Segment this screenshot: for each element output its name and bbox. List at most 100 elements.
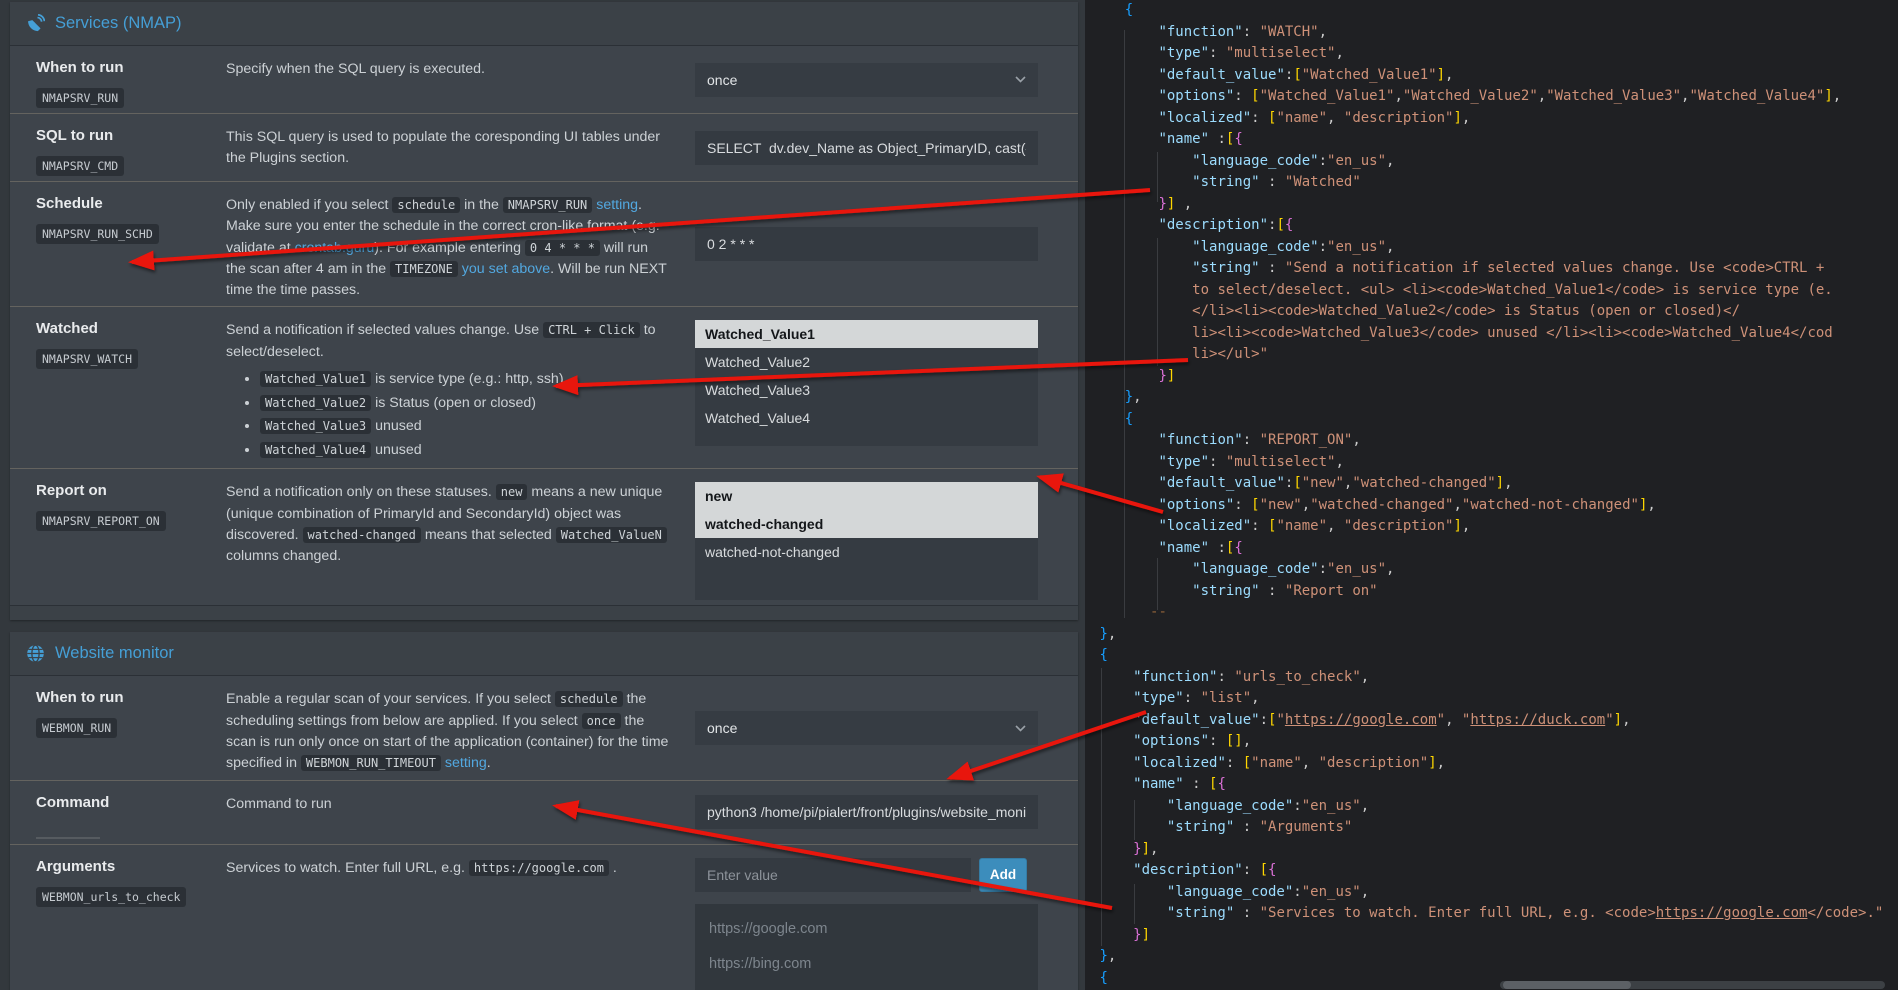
code-line: -- — [1085, 602, 1898, 624]
indent-guide — [1157, 238, 1158, 366]
indent-guide — [1134, 800, 1135, 840]
code-line: "language_code":"en_us", — [1085, 559, 1898, 581]
code-line: }, — [1085, 946, 1898, 968]
multiselect-option[interactable]: Watched_Value2 — [695, 348, 1038, 376]
text-segment: . — [609, 860, 617, 876]
code-line: "language_code":"en_us", — [1085, 882, 1898, 904]
chevron-down-icon — [1015, 725, 1026, 732]
globe-icon — [26, 644, 45, 663]
setting-code-badge: WEBMON_urls_to_check — [36, 887, 186, 907]
section-title: Website monitor — [55, 644, 174, 663]
setting-label: When to run — [36, 689, 226, 706]
section-footer — [10, 605, 1078, 620]
code-line: "localized": ["name", "description"], — [1085, 108, 1898, 130]
inline-code: Watched_ValueN — [556, 527, 667, 543]
code-line: to select/deselect. <ul> <li><code>Watch… — [1085, 280, 1898, 302]
inline-code: TIMEZONE — [390, 261, 458, 277]
chevron-down-icon — [1015, 76, 1026, 83]
setting-label: Arguments — [36, 858, 226, 875]
section-title: Services (NMAP) — [55, 14, 182, 33]
indent-guide — [1124, 30, 1125, 618]
multiselect-option[interactable]: new — [695, 482, 1038, 510]
setting-description: This SQL query is used to populate the c… — [226, 119, 671, 176]
webmon-urls-to-check-url-list[interactable]: https://google.comhttps://bing.comhttp:/… — [695, 904, 1038, 990]
setting-label: When to run — [36, 59, 226, 76]
inline-code: schedule — [392, 197, 460, 213]
multiselect-option[interactable]: Watched_Value3 — [695, 376, 1038, 404]
text-segment: ). For example entering — [374, 240, 525, 256]
setting-code-badge: WEBMON_RUN — [36, 718, 117, 738]
description-bullet-list: Watched_Value1 is service type (e.g.: ht… — [226, 369, 671, 460]
settings-row-nmapsrv-cmd: SQL to runNMAPSRV_CMDThis SQL query is u… — [10, 113, 1078, 181]
settings-row-nmapsrv-run-schd: ScheduleNMAPSRV_RUN_SCHDOnly enabled if … — [10, 181, 1078, 306]
setting-description: Only enabled if you select schedule in t… — [226, 187, 671, 301]
code-line: "localized": ["name", "description"], — [1085, 516, 1898, 538]
inline-link[interactable]: setting — [596, 197, 638, 213]
setting-description: Send a notification only on these status… — [226, 474, 671, 600]
webmon-command-input[interactable] — [695, 795, 1038, 829]
webmon-urls-to-check-value-input[interactable] — [695, 858, 971, 892]
url-list-item: http://192.168.1.82:8086/ — [709, 982, 1024, 990]
setting-description: Command to run — [226, 786, 671, 839]
code-line: "name" : [{ — [1085, 774, 1898, 796]
code-line: "localized": ["name", "description"], — [1085, 753, 1898, 775]
code-line: "type": "list", — [1085, 688, 1898, 710]
settings-panel: Services (NMAP) When to run NMAPSRV_RUN Sp… — [10, 2, 1078, 990]
setting-description: Specify when the SQL query is executed. — [226, 51, 671, 108]
inline-code: Watched_Value4 — [260, 442, 371, 458]
nmapsrv-run-schd-input[interactable] — [695, 227, 1038, 261]
inline-link[interactable]: you set above — [462, 261, 550, 277]
settings-row-webmon-command: CommandCommand to run — [10, 780, 1078, 844]
pialert-settings-page: Services (NMAP) When to run NMAPSRV_RUN Sp… — [0, 0, 1898, 990]
setting-code-badge: NMAPSRV_REPORT_ON — [36, 511, 166, 531]
inline-link[interactable]: setting — [445, 755, 487, 771]
code-line: }, — [1085, 387, 1898, 409]
code-line: "type": "multiselect", — [1085, 452, 1898, 474]
nmapsrv-watch-multiselect[interactable]: Watched_Value1Watched_Value2Watched_Valu… — [695, 320, 1038, 446]
inline-code: watched-changed — [303, 527, 421, 543]
code-line: }, — [1085, 624, 1898, 646]
code-line: "default_value":["https://google.com", "… — [1085, 710, 1898, 732]
inline-code: Watched_Value3 — [260, 418, 371, 434]
code-line: "function": "REPORT_ON", — [1085, 430, 1898, 452]
code-line: "language_code":"en_us", — [1085, 796, 1898, 818]
inline-code: NMAPSRV_RUN — [503, 197, 592, 213]
setting-code-badge: NMAPSRV_WATCH — [36, 349, 138, 369]
settings-row-nmapsrv-run: When to run NMAPSRV_RUN Specify when the S… — [10, 46, 1078, 113]
code-line: "options": ["new","watched-changed","wat… — [1085, 495, 1898, 517]
setting-code-badge: NMAPSRV_RUN — [36, 88, 124, 108]
text-segment: means that selected — [421, 527, 556, 543]
multiselect-option[interactable]: Watched_Value1 — [695, 320, 1038, 348]
setting-code-badge: NMAPSRV_RUN_SCHD — [36, 224, 159, 244]
nmapsrv-run-select[interactable]: once — [695, 63, 1038, 97]
settings-row-nmapsrv-watch: WatchedNMAPSRV_WATCHSend a notification … — [10, 306, 1078, 468]
nmapsrv-cmd-input[interactable] — [695, 131, 1038, 165]
services-nmap-section: Services (NMAP) When to run NMAPSRV_RUN Sp… — [10, 2, 1078, 620]
json-editor[interactable]: { "function": "WATCH", "type": "multisel… — [1085, 0, 1898, 990]
horizontal-scrollbar-thumb[interactable] — [1503, 981, 1631, 989]
setting-code-badge: NMAPSRV_CMD — [36, 156, 124, 176]
indent-guide — [1134, 884, 1135, 924]
inline-code: schedule — [555, 691, 623, 707]
code-line: }] , — [1085, 194, 1898, 216]
bullet-item: Watched_Value4 unused — [260, 440, 671, 461]
text-segment: Send a notification only on these status… — [226, 484, 496, 500]
multiselect-option[interactable]: watched-changed — [695, 510, 1038, 538]
code-line: li></ul>" — [1085, 344, 1898, 366]
nmapsrv-report-on-multiselect[interactable]: newwatched-changedwatched-not-changed — [695, 482, 1038, 600]
code-line: }] — [1085, 366, 1898, 388]
setting-description: Services to watch. Enter full URL, e.g. … — [226, 850, 671, 990]
url-list-item: https://google.com — [709, 912, 1024, 947]
text-segment: This SQL query is used to populate the c… — [226, 129, 660, 166]
code-line: "options": ["Watched_Value1","Watched_Va… — [1085, 86, 1898, 108]
code-line: li><li><code>Watched_Value3</code> unuse… — [1085, 323, 1898, 345]
inline-link[interactable]: crontab.guru — [295, 240, 375, 256]
text-segment: Send a notification if selected values c… — [226, 322, 543, 338]
text-segment: Enable a regular scan of your services. … — [226, 691, 555, 707]
multiselect-option[interactable]: Watched_Value4 — [695, 404, 1038, 432]
multiselect-option[interactable]: watched-not-changed — [695, 538, 1038, 566]
add-button[interactable]: Add — [979, 858, 1027, 892]
webmon-run-select[interactable]: once — [695, 711, 1038, 745]
code-line: "string" : "Services to watch. Enter ful… — [1085, 903, 1898, 925]
code-line: "type": "multiselect", — [1085, 43, 1898, 65]
